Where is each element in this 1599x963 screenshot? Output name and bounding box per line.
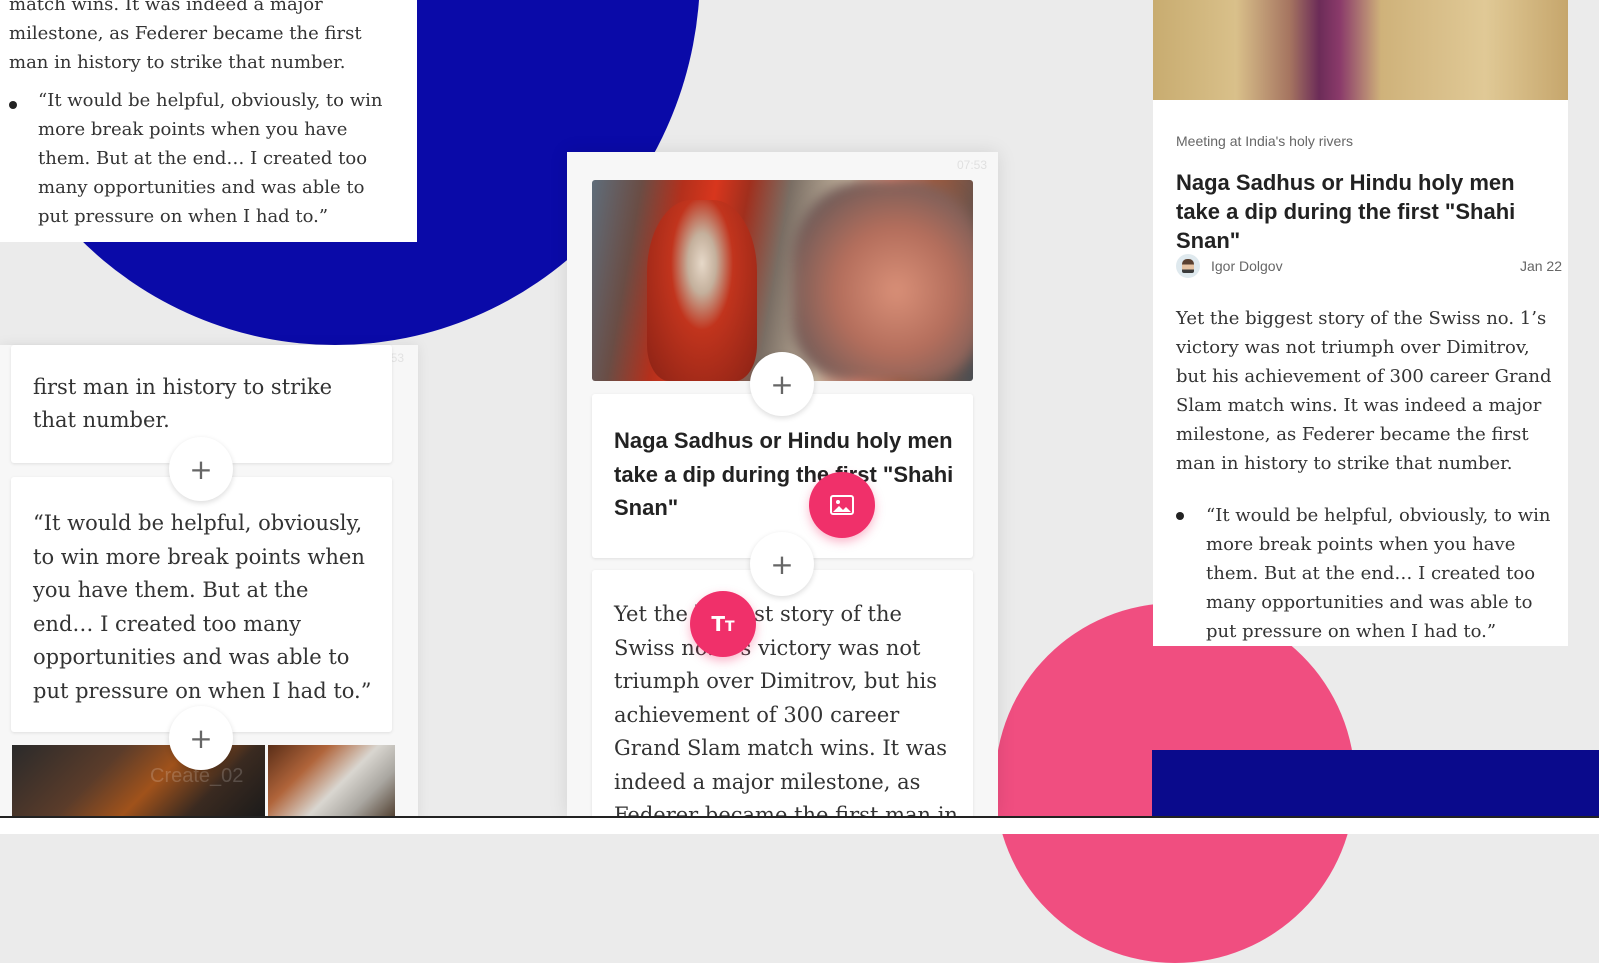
image-icon [830, 495, 854, 515]
article-title: Naga Sadhus or Hindu holy men take a dip… [1176, 170, 1516, 253]
text-format-icon: TT [711, 612, 735, 636]
plus-icon: + [189, 721, 213, 755]
person-icon [1182, 259, 1194, 273]
author-name[interactable]: Igor Dolgov [1211, 258, 1283, 274]
editor-screen-left: 07:53 first man in history to strike tha… [0, 345, 418, 820]
photo-sadhu [647, 200, 757, 381]
cover-photo[interactable] [592, 180, 973, 381]
body-block[interactable]: Yet the biggest story of the Swiss no. 1… [592, 570, 973, 816]
article-kicker: Meeting at India's holy rivers [1176, 133, 1353, 149]
article-paragraph: match wins. It was indeed a major milest… [9, 0, 362, 73]
quote-block-content[interactable]: “It would be helpful, obviously, to win … [33, 507, 373, 708]
add-image-button[interactable] [809, 472, 875, 538]
quote-block[interactable]: “It would be helpful, obviously, to win … [11, 477, 392, 732]
plus-icon: + [770, 367, 794, 401]
status-time: 07:53 [956, 158, 987, 172]
add-block-button[interactable]: + [169, 437, 233, 501]
article-fragment-card: match wins. It was indeed a major milest… [0, 0, 417, 242]
publish-date: Jan 22 [1519, 258, 1562, 274]
add-block-button[interactable]: + [750, 532, 814, 596]
page-bottom-edge [0, 816, 1599, 834]
photo-blurred-face [792, 180, 973, 381]
status-bar: 07:53 [867, 158, 987, 174]
cover-photo [1153, 0, 1568, 100]
plus-icon: + [770, 547, 794, 581]
quote-bullet: “It would be helpful, obviously, to win … [1206, 505, 1551, 642]
gallery-image-2[interactable] [268, 745, 395, 820]
author-row: Igor Dolgov Jan 22 [1176, 254, 1562, 278]
article-preview: Meeting at India's holy rivers Naga Sadh… [1153, 0, 1568, 646]
article-body[interactable]: Yet the biggest story of the Swiss no. 1… [614, 598, 959, 816]
quote-bullet: “It would be helpful, obviously, to win … [38, 90, 383, 227]
add-text-button[interactable]: TT [690, 591, 756, 657]
article-title[interactable]: Naga Sadhus or Hindu holy men take a dip… [614, 424, 954, 525]
avatar[interactable] [1176, 254, 1200, 278]
article-paragraph: Yet the biggest story of the Swiss no. 1… [1176, 308, 1552, 474]
plus-icon: + [189, 452, 213, 486]
add-block-button[interactable]: + [169, 706, 233, 770]
text-block-content[interactable]: first man in history to strike that numb… [33, 371, 373, 437]
bullet-dot [1176, 512, 1184, 520]
add-block-button[interactable]: + [750, 352, 814, 416]
editor-screen-center: 07:53 Naga Sadhus or Hindu holy men take… [567, 152, 998, 816]
bullet-dot [9, 101, 17, 109]
